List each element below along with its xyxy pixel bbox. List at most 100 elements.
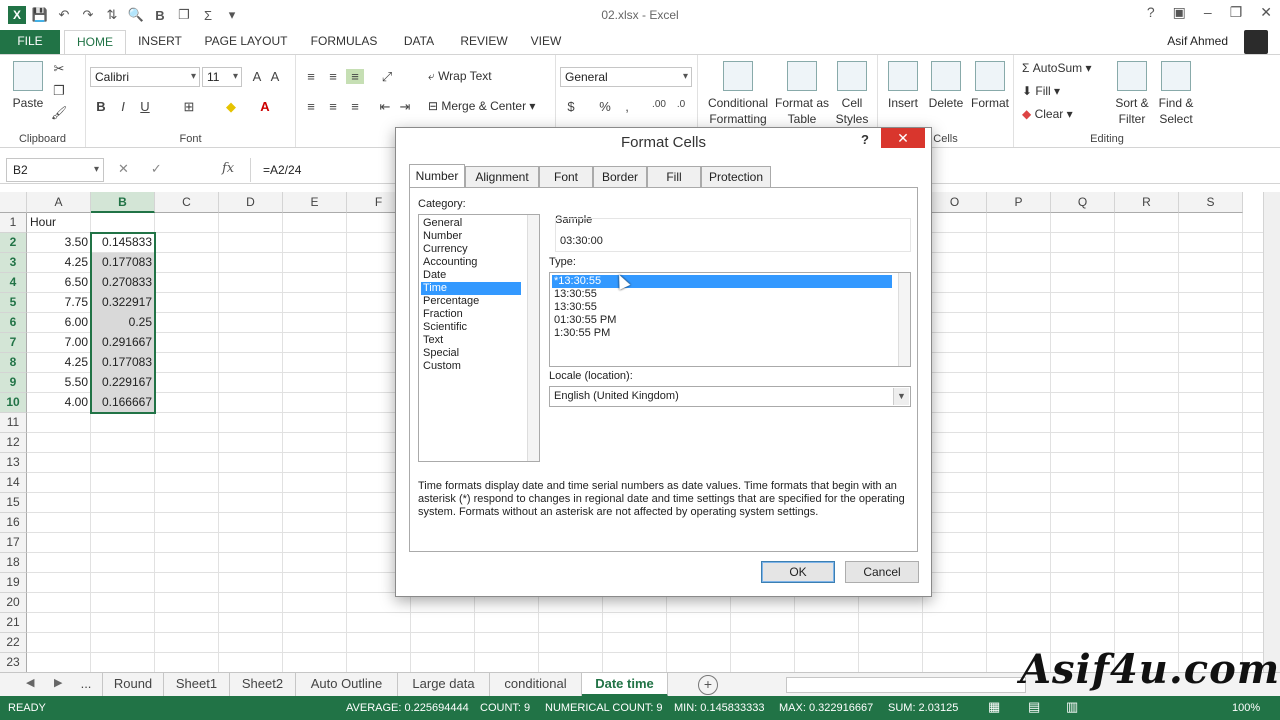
number-format-select[interactable]: General [560, 67, 692, 87]
type-item[interactable]: 01:30:55 PM [552, 314, 892, 327]
delete-cells-button[interactable]: Delete [924, 61, 968, 111]
align-middle-icon[interactable]: ≡ [324, 69, 342, 84]
sheet-tab-large-data[interactable]: Large data [398, 673, 490, 697]
tab-page-layout[interactable]: PAGE LAYOUT [198, 30, 294, 54]
borders-icon[interactable]: ⊞ [180, 99, 198, 115]
row-header-19[interactable]: 19 [0, 573, 27, 593]
wrap-text-button[interactable]: ⤶ Wrap Text [428, 69, 492, 84]
column-header-r[interactable]: R [1115, 192, 1179, 213]
accounting-format-icon[interactable]: $ [562, 99, 580, 114]
row-header-6[interactable]: 6 [0, 313, 27, 333]
dialog-help-icon[interactable]: ? [861, 132, 869, 147]
category-item-general[interactable]: General [421, 217, 521, 230]
category-item-scientific[interactable]: Scientific [421, 321, 521, 334]
decrease-indent-icon[interactable]: ⇤ [376, 99, 394, 115]
row-header-8[interactable]: 8 [0, 353, 27, 373]
row-header-1[interactable]: 1 [0, 213, 27, 233]
percent-style-icon[interactable]: % [596, 99, 614, 114]
row-header-13[interactable]: 13 [0, 453, 27, 473]
help-icon[interactable]: ? [1147, 4, 1155, 21]
bold-button[interactable]: B [92, 99, 110, 114]
comma-style-icon[interactable]: , [618, 99, 636, 114]
page-layout-view-icon[interactable]: ▤ [1028, 699, 1040, 715]
normal-view-icon[interactable]: ▦ [988, 699, 1000, 715]
sheet-tab-sheet1[interactable]: Sheet1 [164, 673, 230, 697]
row-header-3[interactable]: 3 [0, 253, 27, 273]
conditional-formatting-button[interactable]: Conditional Formatting [702, 61, 774, 127]
category-item-text[interactable]: Text [421, 334, 521, 347]
shrink-font-icon[interactable]: A [266, 69, 284, 84]
category-item-currency[interactable]: Currency [421, 243, 521, 256]
type-scrollbar[interactable] [898, 273, 910, 366]
column-header-q[interactable]: Q [1051, 192, 1115, 213]
row-header-14[interactable]: 14 [0, 473, 27, 493]
row-header-2[interactable]: 2 [0, 233, 27, 253]
zoom-level[interactable]: 100% [1232, 702, 1260, 714]
cancel-entry-icon[interactable]: ✕ [118, 161, 129, 177]
category-item-fraction[interactable]: Fraction [421, 308, 521, 321]
ribbon-display-icon[interactable]: ▣ [1173, 4, 1186, 21]
column-header-c[interactable]: C [155, 192, 219, 213]
insert-cells-button[interactable]: Insert [882, 61, 924, 111]
cell-a6[interactable]: 6.00 [27, 313, 91, 333]
tab-formulas[interactable]: FORMULAS [304, 30, 384, 54]
font-name-select[interactable]: Calibri [90, 67, 200, 87]
row-header-18[interactable]: 18 [0, 553, 27, 573]
decrease-decimal-icon[interactable]: .0 [672, 99, 690, 110]
row-header-23[interactable]: 23 [0, 653, 27, 673]
tab-file[interactable]: FILE [0, 30, 60, 54]
row-header-10[interactable]: 10 [0, 393, 27, 413]
tab-home[interactable]: HOME [64, 30, 126, 54]
category-item-special[interactable]: Special [421, 347, 521, 360]
align-center-icon[interactable]: ≡ [324, 99, 342, 114]
align-top-icon[interactable]: ≡ [302, 69, 320, 84]
column-header-s[interactable]: S [1179, 192, 1243, 213]
cancel-button[interactable]: Cancel [845, 561, 919, 583]
row-header-15[interactable]: 15 [0, 493, 27, 513]
sort-filter-button[interactable]: Sort & Filter [1110, 61, 1154, 127]
orientation-icon[interactable]: ⤢ [378, 69, 396, 85]
column-header-e[interactable]: E [283, 192, 347, 213]
selection-range[interactable] [90, 232, 156, 414]
sheet-next-icon[interactable]: ▶ [54, 676, 62, 689]
type-item[interactable]: 13:30:55 [552, 301, 892, 314]
align-right-icon[interactable]: ≡ [346, 99, 364, 114]
tab-insert[interactable]: INSERT [130, 30, 190, 54]
row-header-7[interactable]: 7 [0, 333, 27, 353]
name-box[interactable]: B2 [6, 158, 104, 182]
restore-icon[interactable]: ❐ [1230, 4, 1243, 21]
cell-a7[interactable]: 7.00 [27, 333, 91, 353]
category-list[interactable]: General Number Currency Accounting Date Time P… [418, 214, 540, 462]
page-break-view-icon[interactable]: ▥ [1066, 699, 1078, 715]
column-header-b[interactable]: B [91, 192, 155, 213]
sheet-tab-sheet2[interactable]: Sheet2 [230, 673, 296, 697]
type-item[interactable]: *13:30:55 [552, 275, 892, 288]
italic-button[interactable]: I [114, 99, 132, 114]
format-painter-icon[interactable]: 🖌 [50, 105, 68, 121]
column-header-p[interactable]: P [987, 192, 1051, 213]
row-header-5[interactable]: 5 [0, 293, 27, 313]
row-header-16[interactable]: 16 [0, 513, 27, 533]
row-header-22[interactable]: 22 [0, 633, 27, 653]
sheet-tab-date-time[interactable]: Date time [582, 673, 668, 697]
dialog-close-icon[interactable]: ✕ [881, 128, 925, 148]
increase-indent-icon[interactable]: ⇥ [396, 99, 414, 115]
row-header-21[interactable]: 21 [0, 613, 27, 633]
paste-button[interactable]: Paste [8, 61, 48, 111]
minimize-icon[interactable]: – [1204, 4, 1212, 21]
tab-number[interactable]: Number [409, 164, 465, 188]
row-header-20[interactable]: 20 [0, 593, 27, 613]
insert-function-icon[interactable]: fx [222, 161, 234, 176]
category-item-percentage[interactable]: Percentage [421, 295, 521, 308]
row-header-9[interactable]: 9 [0, 373, 27, 393]
row-header-12[interactable]: 12 [0, 433, 27, 453]
category-item-number[interactable]: Number [421, 230, 521, 243]
font-color-icon[interactable]: A [256, 99, 274, 114]
category-item-date[interactable]: Date [421, 269, 521, 282]
merge-center-button[interactable]: ⊟ Merge & Center ▾ [428, 99, 535, 113]
tab-protection[interactable]: Protection [701, 166, 771, 188]
format-cells-button[interactable]: Format [968, 61, 1012, 111]
type-list[interactable]: *13:30:55 13:30:55 13:30:55 01:30:55 PM 1:30… [549, 272, 911, 367]
grow-font-icon[interactable]: A [248, 69, 266, 84]
tab-font[interactable]: Font [539, 166, 593, 188]
